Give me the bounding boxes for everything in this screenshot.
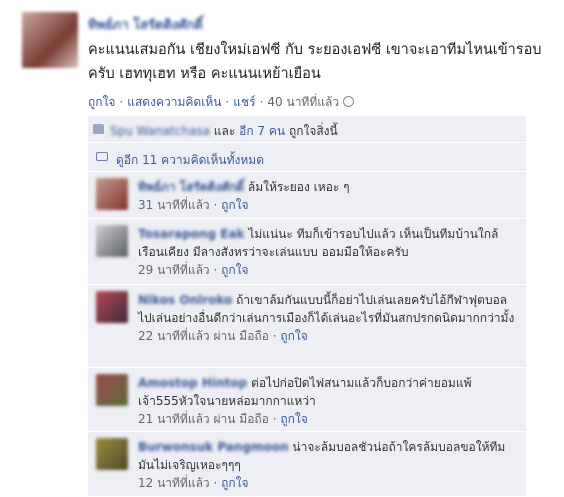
comment-like-link[interactable]: ถูกใจ bbox=[221, 476, 248, 490]
comment-time[interactable]: 31 นาทีที่แล้ว bbox=[138, 198, 210, 212]
comment-like-link[interactable]: ถูกใจ bbox=[280, 412, 307, 426]
thumbs-up-icon bbox=[93, 124, 104, 134]
comments-panel: Spu Wanatchasa และ อีก 7 คน ถูกใจสิ่งนี้… bbox=[88, 116, 526, 497]
commenter-avatar[interactable] bbox=[96, 374, 128, 406]
view-all-comments-link[interactable]: ดูอีก 11 ความคิดเห็นทั้งหมด bbox=[116, 151, 264, 170]
commenter-name[interactable]: Amostop Hintop bbox=[138, 376, 247, 390]
comment-time[interactable]: 22 นาทีที่แล้ว bbox=[138, 329, 210, 343]
commenter-name[interactable]: Burwonsuk Pangmoon bbox=[138, 440, 289, 454]
comment-time[interactable]: 12 นาทีที่แล้ว bbox=[138, 476, 210, 490]
commenter-name[interactable]: Tosarapong Eak bbox=[138, 227, 245, 241]
comment-item: ทิพย์ภา โสรัตติงศักดิ์ ล้มให้ระยอง เหอะ … bbox=[88, 172, 526, 219]
view-all-comments-row[interactable]: ดูอีก 11 ความคิดเห็นทั้งหมด bbox=[88, 143, 526, 172]
likes-summary: Spu Wanatchasa และ อีก 7 คน ถูกใจสิ่งนี้ bbox=[88, 116, 526, 143]
comment-item: Burwonsuk Pangmoon น่าจะล้มบอลชัวน่อถ้าใ… bbox=[88, 432, 526, 497]
comment-link[interactable]: แสดงความคิดเห็น bbox=[127, 95, 221, 109]
globe-icon bbox=[343, 96, 355, 107]
post-timestamp[interactable]: 40 นาทีที่แล้ว bbox=[267, 95, 339, 109]
comment-item: Amostop Hintop ต่อไปก่อปิดไฟสนามแล้วก็บอ… bbox=[88, 368, 526, 432]
comment-like-link[interactable]: ถูกใจ bbox=[280, 329, 307, 343]
likes-and: และ bbox=[213, 124, 236, 138]
likes-others-link[interactable]: อีก 7 คน bbox=[239, 124, 285, 138]
comment-via: ผ่าน มือถือ bbox=[213, 412, 269, 426]
post-text: คะแนนเสมอกัน เชียงใหม่เอฟซี กับ ระยองเอฟ… bbox=[88, 42, 542, 82]
commenter-avatar[interactable] bbox=[96, 291, 128, 323]
comment-item: Nikos Onlroko ถ้าเขาล้มกันแบบนี้ก็อย่าไป… bbox=[88, 285, 526, 368]
commenter-avatar[interactable] bbox=[96, 438, 128, 470]
like-link[interactable]: ถูกใจ bbox=[88, 95, 115, 109]
commenter-name[interactable]: Nikos Onlroko bbox=[138, 293, 232, 307]
comment-time[interactable]: 29 นาทีที่แล้ว bbox=[138, 263, 210, 277]
likes-suffix: ถูกใจสิ่งนี้ bbox=[288, 124, 338, 138]
commenter-avatar[interactable] bbox=[96, 225, 128, 257]
comment-text: ล้มให้ระยอง เหอะ ๆ bbox=[247, 180, 350, 194]
post-author-name[interactable]: ทิพย์ภา โสรัตติงศักดิ์ bbox=[88, 14, 203, 35]
comment-via: ผ่าน มือถือ bbox=[213, 329, 269, 343]
comment-time[interactable]: 21 นาทีที่แล้ว bbox=[138, 412, 210, 426]
commenter-avatar[interactable] bbox=[96, 178, 128, 210]
liker-name[interactable]: Spu Wanatchasa bbox=[110, 124, 210, 138]
comment-bubble-icon bbox=[96, 152, 108, 161]
share-link[interactable]: แชร์ bbox=[233, 95, 255, 109]
comment-item: Tosarapong Eak ไม่แน่นะ ทีมก็เข้ารอบไปแล… bbox=[88, 219, 526, 285]
comment-like-link[interactable]: ถูกใจ bbox=[221, 198, 248, 212]
commenter-name[interactable]: ทิพย์ภา โสรัตติงศักดิ์ bbox=[138, 180, 244, 194]
author-avatar[interactable] bbox=[22, 12, 78, 68]
post-action-bar: ถูกใจ · แสดงความคิดเห็น · แชร์ · 40 นาทีที่แล้… bbox=[88, 93, 355, 112]
comment-like-link[interactable]: ถูกใจ bbox=[221, 263, 248, 277]
